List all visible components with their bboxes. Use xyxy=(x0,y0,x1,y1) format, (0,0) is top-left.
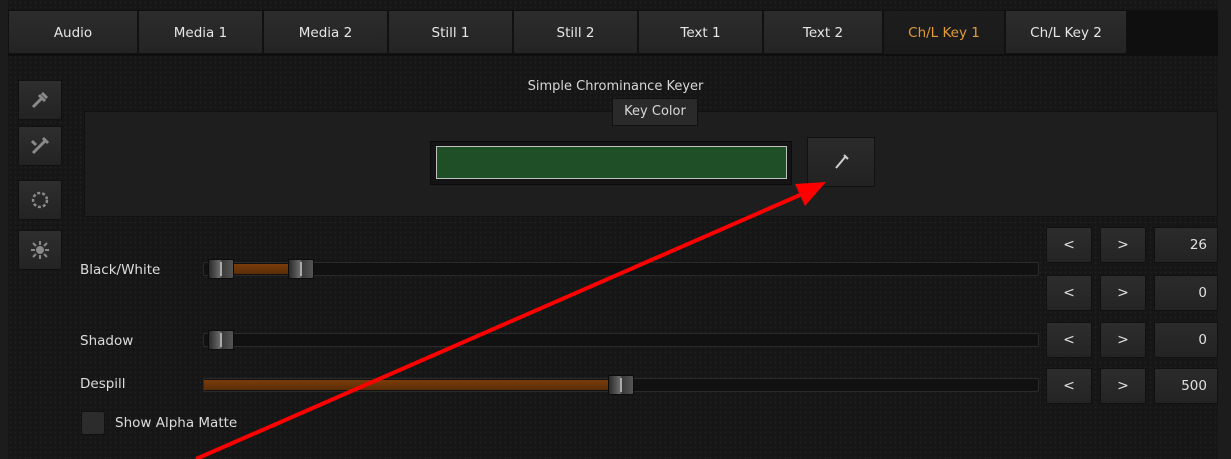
tab-chl-key-2[interactable]: Ch/L Key 2 xyxy=(1005,10,1127,54)
key-color-label: Key Color xyxy=(612,98,698,126)
key-color-swatch[interactable] xyxy=(436,146,787,179)
sun-gear-icon xyxy=(31,241,49,259)
black-white-value[interactable]: 26 xyxy=(1154,227,1218,263)
sun-gear-button[interactable] xyxy=(18,230,62,270)
black-white-2-increase-button[interactable]: > xyxy=(1100,275,1146,311)
black-white-second-value[interactable]: 0 xyxy=(1154,275,1218,311)
shadow-value[interactable]: 0 xyxy=(1154,322,1218,358)
shadow-slider[interactable] xyxy=(203,330,1039,350)
tab-still-1[interactable]: Still 1 xyxy=(388,10,513,54)
circle-dots-icon xyxy=(31,191,49,209)
black-white-label: Black/White xyxy=(80,262,161,278)
despill-fill xyxy=(204,380,616,390)
eraser-wand-icon xyxy=(30,136,50,155)
despill-slider[interactable] xyxy=(203,375,1039,395)
black-white-2-decrease-button[interactable]: < xyxy=(1046,275,1092,311)
tab-chl-key-1[interactable]: Ch/L Key 1 xyxy=(883,10,1005,54)
despill-handle[interactable] xyxy=(608,375,634,395)
tab-media-2[interactable]: Media 2 xyxy=(263,10,388,54)
despill-value[interactable]: 500 xyxy=(1154,368,1218,404)
tab-bar: Audio Media 1 Media 2 Still 1 Still 2 Te… xyxy=(8,10,1218,56)
tab-media-1[interactable]: Media 1 xyxy=(138,10,263,54)
circle-select-button[interactable] xyxy=(18,180,62,220)
black-white-slider[interactable] xyxy=(203,259,1039,279)
black-white-high-handle[interactable] xyxy=(288,259,314,279)
eyedropper-icon xyxy=(835,154,849,169)
tab-still-2[interactable]: Still 2 xyxy=(513,10,638,54)
tab-text-1[interactable]: Text 1 xyxy=(638,10,763,54)
shadow-label: Shadow xyxy=(80,333,134,349)
panel-title: Simple Chrominance Keyer xyxy=(527,79,704,94)
black-white-low-handle[interactable] xyxy=(208,259,234,279)
eraser-wand-button[interactable] xyxy=(18,126,62,166)
black-white-increase-button[interactable]: > xyxy=(1100,227,1146,263)
tab-audio[interactable]: Audio xyxy=(8,10,138,54)
despill-increase-button[interactable]: > xyxy=(1100,368,1146,404)
shadow-decrease-button[interactable]: < xyxy=(1046,322,1092,358)
shadow-handle[interactable] xyxy=(208,330,234,350)
despill-label: Despill xyxy=(80,376,126,392)
show-alpha-matte-label: Show Alpha Matte xyxy=(115,415,238,431)
show-alpha-matte-checkbox[interactable] xyxy=(81,411,105,435)
shadow-increase-button[interactable]: > xyxy=(1100,322,1146,358)
black-white-decrease-button[interactable]: < xyxy=(1046,227,1092,263)
tab-text-2[interactable]: Text 2 xyxy=(763,10,883,54)
despill-decrease-button[interactable]: < xyxy=(1046,368,1092,404)
eyedropper-button[interactable] xyxy=(807,137,875,187)
